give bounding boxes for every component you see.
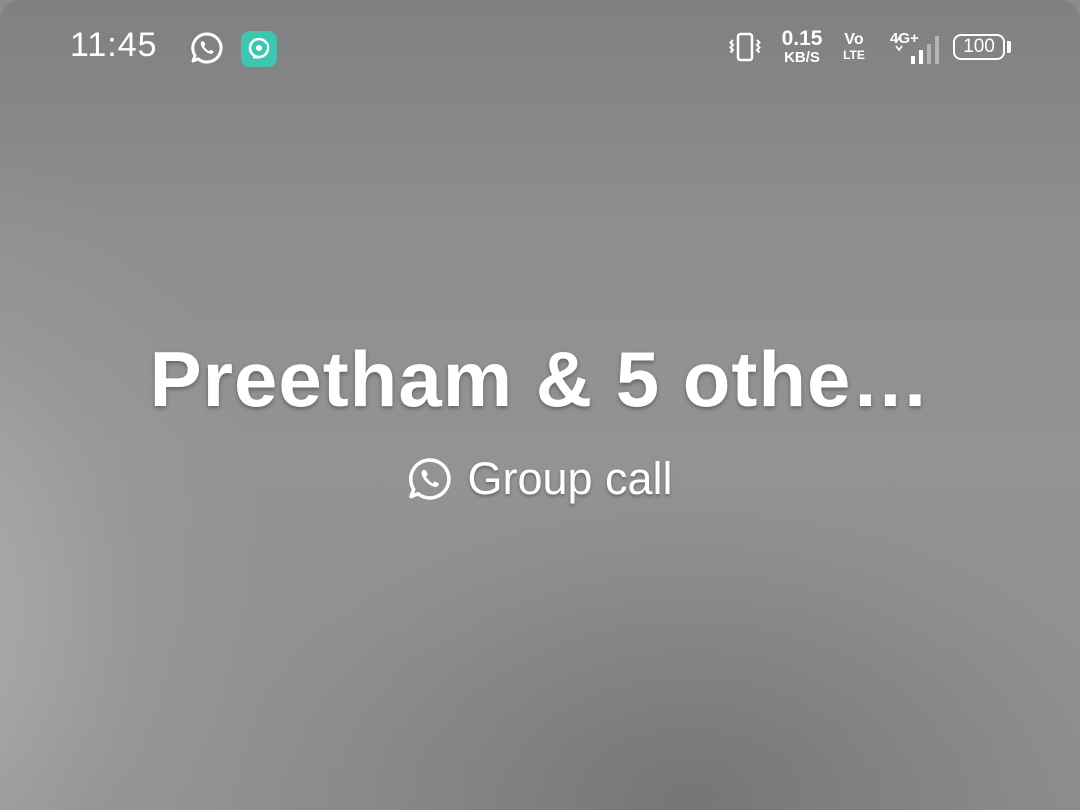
volte-indicator: Vo LTE: [840, 31, 868, 62]
status-bar: 11:45 0.15 KB/S Vo LTE 4G+ 100: [0, 0, 1080, 96]
network-type-label: 4G+: [890, 30, 919, 47]
caller-name: Preetham & 5 othe…: [149, 335, 931, 423]
call-type-label: Group call: [467, 453, 673, 504]
screen-recorder-icon: [241, 31, 277, 67]
network-speed-indicator: 0.15 KB/S: [778, 28, 826, 65]
volte-top-label: Vo: [844, 31, 864, 48]
network-speed-value: 0.15: [781, 27, 823, 50]
status-clock: 11:45: [70, 26, 158, 64]
whatsapp-icon: [409, 458, 452, 500]
battery-level: 100: [963, 36, 995, 57]
call-type-row: Group call: [0, 453, 1080, 513]
vibrate-icon: [729, 32, 761, 62]
whatsapp-icon: [191, 32, 223, 64]
battery-icon: 100: [953, 34, 1005, 60]
call-screen: 11:45 0.15 KB/S Vo LTE 4G+ 100 Preetham …: [0, 0, 1080, 810]
volte-bottom-label: LTE: [843, 48, 865, 62]
network-speed-unit: KB/S: [784, 49, 820, 66]
battery-tip: [1007, 41, 1011, 53]
mobile-signal-indicator: 4G+: [880, 30, 940, 64]
